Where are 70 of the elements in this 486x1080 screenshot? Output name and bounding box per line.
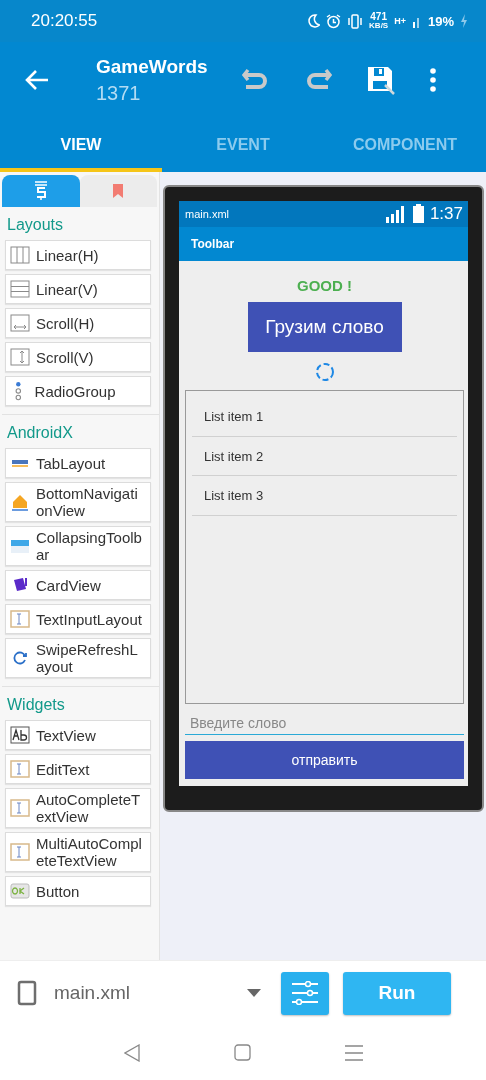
palette-item[interactable]: CollapsingToolbar <box>5 526 151 566</box>
menu-icon[interactable] <box>344 1044 363 1061</box>
text-field-icon <box>10 609 30 629</box>
palette-item[interactable]: Scroll(H) <box>5 308 151 338</box>
horizontal-scroll-icon <box>10 313 30 333</box>
palette-item[interactable]: Linear(H) <box>5 240 151 270</box>
network-speed: 471 <box>370 12 387 22</box>
list-item[interactable]: List item 3 <box>192 476 457 516</box>
rows-icon <box>10 279 30 299</box>
section-heading: Layouts <box>6 215 65 235</box>
palette-item[interactable]: TextView <box>5 720 151 750</box>
section-heading: Widgets <box>6 695 66 715</box>
loading-spinner-icon <box>314 362 335 382</box>
list-item[interactable]: List item 1 <box>192 397 457 437</box>
palette-item[interactable]: CardView <box>5 570 151 600</box>
palette-item[interactable]: Scroll(V) <box>5 342 151 372</box>
palette-item[interactable]: RadioGroup <box>5 376 151 406</box>
sliders-icon <box>291 981 319 1005</box>
signal-bars-icon <box>384 204 407 223</box>
speed-unit: KB/S <box>369 22 389 30</box>
widget-list-icon <box>33 181 48 201</box>
moon-icon <box>308 14 321 28</box>
vertical-scroll-icon <box>10 347 30 367</box>
save-icon[interactable] <box>366 65 396 95</box>
palette-tab[interactable] <box>2 175 80 207</box>
load-word-button[interactable]: Грузим слово <box>247 302 402 352</box>
send-button[interactable]: отправить <box>185 741 464 779</box>
more-options-icon[interactable] <box>430 68 436 92</box>
clock-time: 1:37 <box>429 203 463 224</box>
section-heading: AndroidX <box>6 423 74 443</box>
text-ab-icon <box>10 725 30 745</box>
clock-time: 20:20:55 <box>31 11 98 31</box>
palette-item[interactable]: SwipeRefreshLayout <box>5 638 151 678</box>
palette-item[interactable]: TabLayout <box>5 448 151 478</box>
status-text: GOOD ! <box>297 277 352 294</box>
battery-level: 19% <box>427 13 454 29</box>
phone-outline-icon <box>17 980 37 1006</box>
bookmark-icon <box>112 183 125 199</box>
settings-button[interactable] <box>281 971 329 1015</box>
list-item[interactable]: List item 2 <box>192 436 457 476</box>
ok-button-icon <box>10 881 30 901</box>
word-input-field[interactable]: Введите слово <box>185 712 464 735</box>
vibrate-icon <box>347 13 364 29</box>
redo-icon[interactable] <box>304 68 332 92</box>
project-title: GameWords <box>96 55 209 78</box>
home-icon <box>10 492 30 512</box>
palette-item[interactable]: Button <box>5 876 151 906</box>
file-selector[interactable]: main.xml <box>54 982 234 1004</box>
alarm-icon <box>326 13 342 29</box>
palette-tab[interactable] <box>79 175 157 207</box>
undo-icon[interactable] <box>242 68 270 92</box>
palette-item[interactable]: BottomNavigationView <box>5 482 151 522</box>
text-field-icon <box>10 842 30 862</box>
back-icon[interactable] <box>123 1043 140 1062</box>
palette-item[interactable]: AutoCompleteTextView <box>5 788 151 828</box>
text-field-icon <box>10 798 30 818</box>
palette-item[interactable]: Linear(V) <box>5 274 151 304</box>
home-icon[interactable] <box>233 1044 251 1061</box>
project-id: 1371 <box>96 81 142 105</box>
columns-icon <box>10 245 30 265</box>
palette-item[interactable]: MultiAutoCompleteTextView <box>5 832 151 872</box>
dropdown-caret-icon[interactable] <box>247 989 261 997</box>
palette-item[interactable]: TextInputLayout <box>5 604 151 634</box>
battery-icon <box>412 204 424 224</box>
radio-buttons-icon <box>15 381 22 401</box>
file-name: main.xml <box>185 207 229 220</box>
toolbar-title: Toolbar <box>179 226 468 261</box>
palette-item[interactable]: EditText <box>5 754 151 784</box>
network-type: H+ <box>394 16 406 26</box>
text-field-icon <box>10 759 30 779</box>
